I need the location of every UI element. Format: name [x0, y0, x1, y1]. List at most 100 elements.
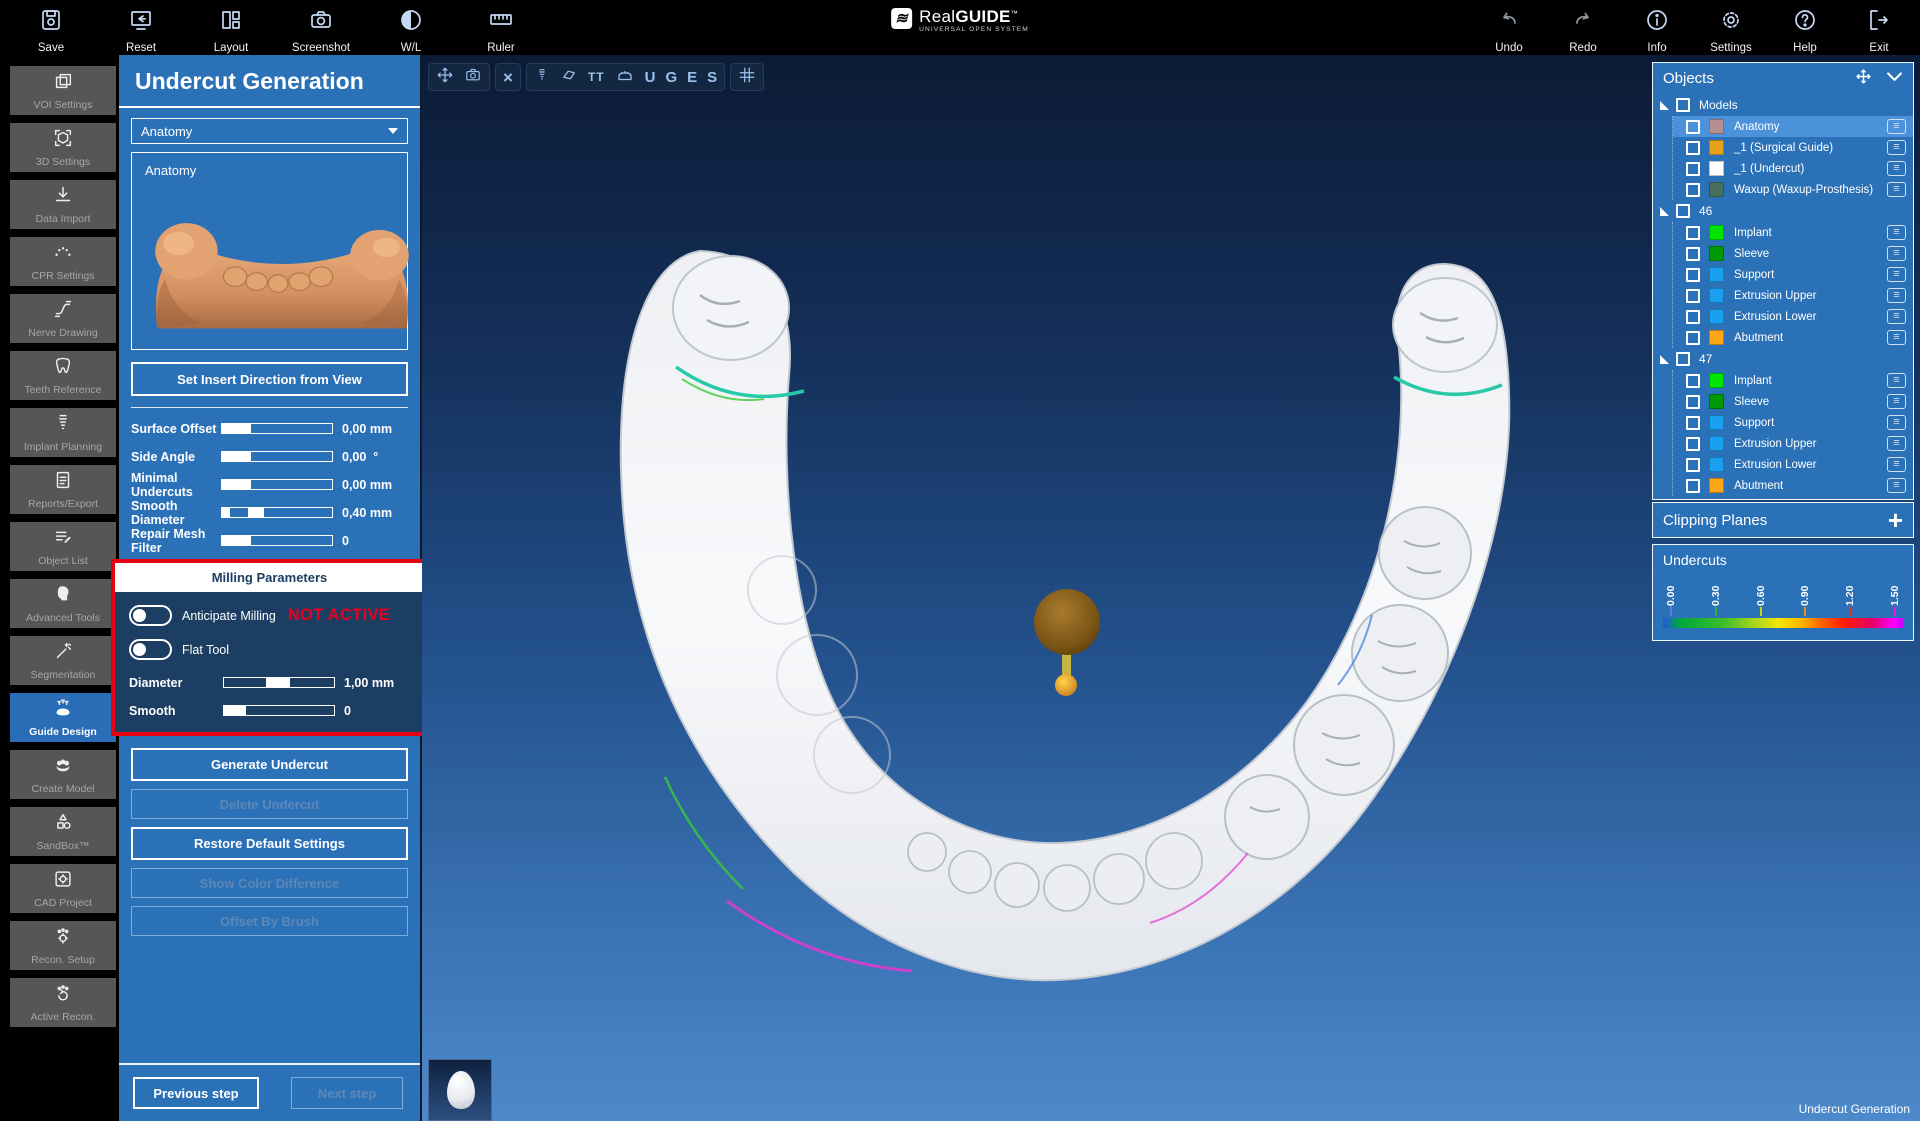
reset-button[interactable]: Reset [96, 0, 186, 55]
object-row[interactable]: Anatomy ≡ [1673, 116, 1913, 137]
object-menu-button[interactable]: ≡ [1887, 119, 1906, 134]
object-row[interactable]: Support ≡ [1673, 412, 1913, 433]
sidebar-item-create-model[interactable]: Create Model [10, 750, 116, 799]
object-menu-button[interactable]: ≡ [1887, 267, 1906, 282]
expander-icon[interactable] [1660, 207, 1669, 216]
offset-by-brush-button[interactable]: Offset By Brush [131, 906, 408, 936]
group-checkbox[interactable] [1676, 352, 1690, 366]
letter-g-button[interactable]: G [665, 69, 677, 86]
flat-tool-toggle[interactable] [129, 639, 172, 660]
object-row[interactable]: Waxup (Waxup-Prosthesis) ≡ [1673, 179, 1913, 200]
redo-button[interactable]: Redo [1546, 0, 1620, 55]
object-row[interactable]: Sleeve ≡ [1673, 243, 1913, 264]
3d-viewport[interactable]: × TT U G E S Undercut Generation Ob [422, 55, 1920, 1121]
undo-button[interactable]: Undo [1472, 0, 1546, 55]
object-row[interactable]: Extrusion Lower ≡ [1673, 306, 1913, 327]
object-row[interactable]: Extrusion Upper ≡ [1673, 285, 1913, 306]
sidebar-item-data-import[interactable]: Data Import [10, 180, 116, 229]
object-row[interactable]: Extrusion Upper ≡ [1673, 433, 1913, 454]
layout-button[interactable]: Layout [186, 0, 276, 55]
letter-s-button[interactable]: S [707, 69, 717, 86]
move-panel-icon[interactable] [1855, 68, 1872, 90]
exit-button[interactable]: Exit [1842, 0, 1916, 55]
group-checkbox[interactable] [1676, 204, 1690, 218]
window-level-button[interactable]: W/L [366, 0, 456, 55]
next-step-button[interactable]: Next step [291, 1077, 403, 1109]
letter-e-button[interactable]: E [687, 69, 697, 86]
minimal-undercuts-slider[interactable] [221, 479, 333, 490]
object-row[interactable]: Extrusion Lower ≡ [1673, 454, 1913, 475]
group-row-46[interactable]: 46 [1653, 200, 1913, 222]
sidebar-item-segmentation[interactable]: Segmentation [10, 636, 116, 685]
settings-button[interactable]: Settings [1694, 0, 1768, 55]
expander-icon[interactable] [1660, 101, 1669, 110]
object-row[interactable]: Abutment ≡ [1673, 475, 1913, 496]
object-checkbox[interactable] [1686, 395, 1700, 409]
ruler-button[interactable]: Ruler [456, 0, 546, 55]
side-angle-slider[interactable] [221, 451, 333, 462]
object-row[interactable]: Implant ≡ [1673, 222, 1913, 243]
abutment-tool-icon[interactable]: TT [588, 70, 605, 84]
object-checkbox[interactable] [1686, 120, 1700, 134]
object-checkbox[interactable] [1686, 247, 1700, 261]
object-menu-button[interactable]: ≡ [1887, 457, 1906, 472]
sidebar-item-implant-planning[interactable]: Implant Planning [10, 408, 116, 457]
object-menu-button[interactable]: ≡ [1887, 436, 1906, 451]
sidebar-item-object-list[interactable]: Object List [10, 522, 116, 571]
implant-tool-icon[interactable] [534, 66, 550, 89]
object-menu-button[interactable]: ≡ [1887, 394, 1906, 409]
model-select-dropdown[interactable]: Anatomy [131, 118, 408, 144]
sidebar-item-cad-project[interactable]: CAD Project [10, 864, 116, 913]
object-menu-button[interactable]: ≡ [1887, 246, 1906, 261]
object-menu-button[interactable]: ≡ [1887, 140, 1906, 155]
expander-icon[interactable] [1660, 355, 1669, 364]
object-row[interactable]: Sleeve ≡ [1673, 391, 1913, 412]
object-row[interactable]: Support ≡ [1673, 264, 1913, 285]
object-checkbox[interactable] [1686, 268, 1700, 282]
snapshot-icon[interactable] [464, 66, 482, 89]
smooth-slider[interactable] [223, 705, 335, 716]
add-clipping-plane-button[interactable]: + [1888, 510, 1903, 530]
letter-u-button[interactable]: U [645, 69, 656, 86]
sidebar-item-advanced-tools[interactable]: Advanced Tools [10, 579, 116, 628]
object-menu-button[interactable]: ≡ [1887, 288, 1906, 303]
group-row-47[interactable]: 47 [1653, 348, 1913, 370]
sidebar-item-recon-setup[interactable]: Recon. Setup [10, 921, 116, 970]
object-checkbox[interactable] [1686, 289, 1700, 303]
object-menu-button[interactable]: ≡ [1887, 330, 1906, 345]
show-color-difference-button[interactable]: Show Color Difference [131, 868, 408, 898]
group-row-models[interactable]: Models [1653, 94, 1913, 116]
object-row[interactable]: _1 (Surgical Guide) ≡ [1673, 137, 1913, 158]
sidebar-item-guide-design[interactable]: Guide Design [10, 693, 116, 742]
sidebar-item-sandbox[interactable]: SandBox™ [10, 807, 116, 856]
object-row[interactable]: _1 (Undercut) ≡ [1673, 158, 1913, 179]
waxup-tool-icon[interactable] [615, 66, 635, 89]
object-checkbox[interactable] [1686, 458, 1700, 472]
screenshot-button[interactable]: Screenshot [276, 0, 366, 55]
object-checkbox[interactable] [1686, 226, 1700, 240]
object-checkbox[interactable] [1686, 374, 1700, 388]
smooth-diameter-slider[interactable] [221, 507, 333, 518]
object-row[interactable]: Abutment ≡ [1673, 327, 1913, 348]
save-button[interactable]: Save [6, 0, 96, 55]
milling-parameters-header[interactable]: Milling Parameters [115, 563, 424, 592]
object-checkbox[interactable] [1686, 162, 1700, 176]
object-checkbox[interactable] [1686, 479, 1700, 493]
sidebar-item-reports-export[interactable]: Reports/Export [10, 465, 116, 514]
sidebar-item-cpr-settings[interactable]: CPR Settings [10, 237, 116, 286]
previous-step-button[interactable]: Previous step [133, 1077, 259, 1109]
info-button[interactable]: Info [1620, 0, 1694, 55]
eraser-tool-icon[interactable] [560, 66, 578, 89]
object-menu-button[interactable]: ≡ [1887, 373, 1906, 388]
orientation-head-widget[interactable] [428, 1059, 492, 1121]
sidebar-item-teeth-reference[interactable]: Teeth Reference [10, 351, 116, 400]
object-checkbox[interactable] [1686, 141, 1700, 155]
object-menu-button[interactable]: ≡ [1887, 225, 1906, 240]
close-icon[interactable]: × [503, 69, 513, 86]
object-menu-button[interactable]: ≡ [1887, 161, 1906, 176]
help-button[interactable]: Help [1768, 0, 1842, 55]
delete-undercut-button[interactable]: Delete Undercut [131, 789, 408, 819]
restore-default-settings-button[interactable]: Restore Default Settings [131, 827, 408, 860]
group-checkbox[interactable] [1676, 98, 1690, 112]
repair-mesh-filter-slider[interactable] [221, 535, 333, 546]
